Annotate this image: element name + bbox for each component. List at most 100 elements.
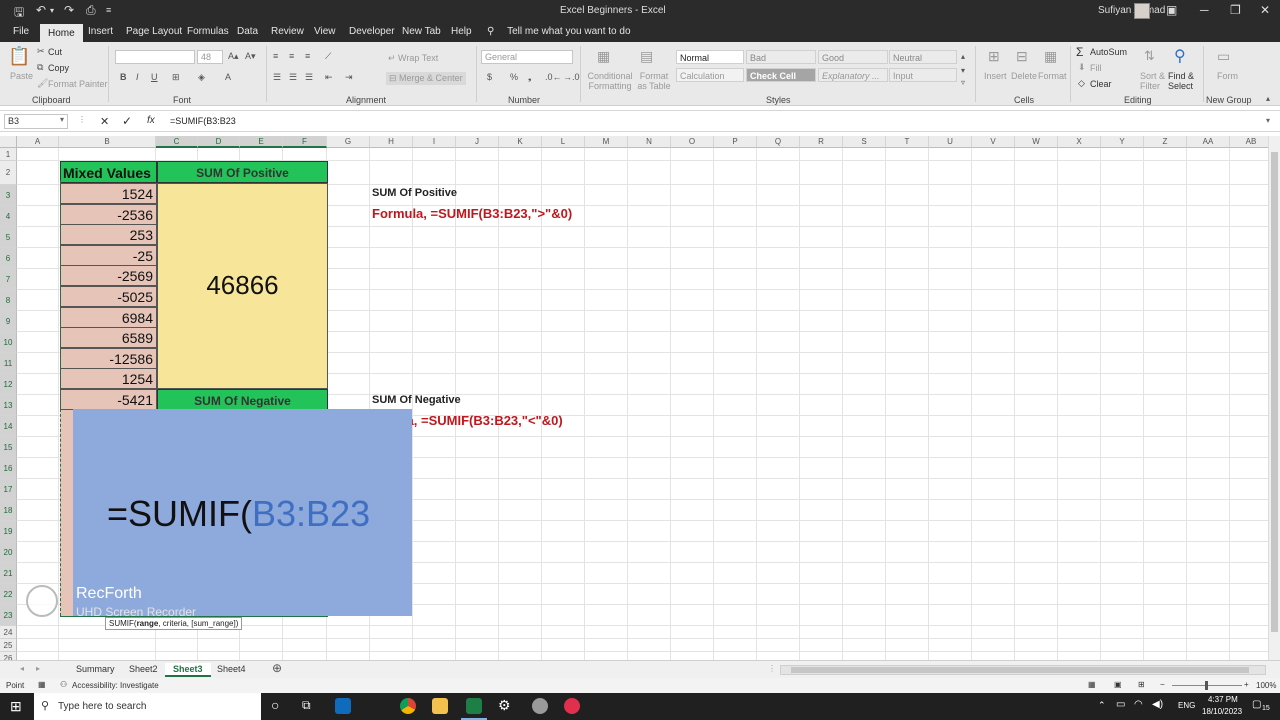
row-header-13[interactable]: 13 bbox=[0, 395, 17, 416]
outdent-icon[interactable]: ⇥ bbox=[345, 72, 353, 83]
mixed-values-header[interactable]: Mixed Values bbox=[60, 161, 157, 183]
tab-home[interactable]: Home bbox=[40, 22, 83, 42]
italic-button[interactable]: I bbox=[136, 72, 139, 82]
add-sheet-icon[interactable]: ⊕ bbox=[272, 661, 282, 675]
column-header-e[interactable]: E bbox=[240, 136, 283, 148]
indent-icon[interactable]: ⇤ bbox=[325, 72, 333, 83]
task-view-icon[interactable]: ⧉ bbox=[302, 698, 311, 713]
style-good[interactable]: Good bbox=[818, 50, 888, 64]
file-explorer-icon[interactable] bbox=[432, 698, 448, 714]
column-header-f[interactable]: F bbox=[283, 136, 327, 148]
autosum-icon[interactable]: Σ bbox=[1076, 45, 1083, 59]
clear-icon[interactable]: ◇ bbox=[1078, 78, 1085, 89]
bold-button[interactable]: B bbox=[120, 72, 127, 82]
value-cell[interactable]: 6589 bbox=[60, 327, 157, 349]
align-left-icon[interactable]: ☰ bbox=[273, 72, 281, 83]
column-header-g[interactable]: G bbox=[327, 136, 370, 148]
paste-icon[interactable]: 📋 bbox=[8, 46, 30, 67]
underline-button[interactable]: U bbox=[151, 72, 158, 82]
row-header-3[interactable]: 3 bbox=[0, 185, 17, 206]
accessibility-status[interactable]: Accessibility: Investigate bbox=[72, 681, 159, 690]
style-calculation[interactable]: Calculation bbox=[676, 68, 744, 82]
zoom-slider-thumb[interactable] bbox=[1205, 681, 1208, 690]
fill-icon[interactable]: ⬇ bbox=[1078, 62, 1086, 73]
page-layout-view-icon[interactable]: ▣ bbox=[1114, 680, 1122, 689]
vertical-scroll-thumb[interactable] bbox=[1271, 152, 1278, 632]
row-header-10[interactable]: 10 bbox=[0, 332, 17, 353]
tab-help[interactable]: Help bbox=[451, 26, 472, 37]
paste-button[interactable]: Paste bbox=[10, 71, 33, 81]
horizontal-scroll-thumb[interactable] bbox=[791, 667, 1249, 673]
settings-gear-icon[interactable]: ⚙ bbox=[498, 697, 511, 714]
row-header-16[interactable]: 16 bbox=[0, 458, 17, 479]
zoom-level[interactable]: 100% bbox=[1256, 681, 1276, 690]
font-color-icon[interactable]: A bbox=[225, 72, 231, 82]
format-as-table-icon[interactable]: ▤ bbox=[640, 48, 653, 65]
column-header-k[interactable]: K bbox=[499, 136, 542, 148]
cut-icon[interactable]: ✂ bbox=[37, 46, 45, 57]
sheet-tab-sheet2[interactable]: Sheet2 bbox=[121, 663, 166, 675]
number-format-select[interactable]: General bbox=[481, 50, 573, 64]
formula-input[interactable]: =SUMIF(B3:B23 bbox=[170, 116, 236, 126]
value-cell[interactable]: -2536 bbox=[60, 203, 157, 225]
excel-icon[interactable] bbox=[466, 698, 482, 714]
close-icon[interactable]: ✕ bbox=[1260, 3, 1270, 17]
cut-button[interactable]: Cut bbox=[48, 47, 62, 57]
column-header-r[interactable]: R bbox=[800, 136, 843, 148]
row-header-15[interactable]: 15 bbox=[0, 437, 17, 458]
font-size-select[interactable]: 48 bbox=[197, 50, 223, 64]
name-box[interactable]: B3 bbox=[4, 114, 68, 129]
format-cells-button[interactable]: Format bbox=[1038, 71, 1067, 81]
column-header-b[interactable]: B bbox=[59, 136, 156, 148]
column-header-i[interactable]: I bbox=[413, 136, 456, 148]
tab-split-handle[interactable]: ⋮ bbox=[768, 664, 776, 673]
styles-scroll-up-icon[interactable]: ▴ bbox=[961, 52, 965, 61]
tab-formulas[interactable]: Formulas bbox=[187, 26, 229, 37]
style-neutral[interactable]: Neutral bbox=[889, 50, 957, 64]
orientation-icon[interactable]: ⟋ bbox=[325, 51, 331, 62]
font-name-select[interactable] bbox=[115, 50, 195, 64]
tab-developer[interactable]: Developer bbox=[349, 26, 395, 37]
styles-more-icon[interactable]: ▿ bbox=[961, 78, 965, 87]
style-bad[interactable]: Bad bbox=[746, 50, 816, 64]
row-header-17[interactable]: 17 bbox=[0, 479, 17, 500]
cortana-icon[interactable]: ○ bbox=[271, 697, 279, 713]
row-header-8[interactable]: 8 bbox=[0, 290, 17, 311]
value-cell[interactable]: 253 bbox=[60, 224, 157, 246]
column-header-o[interactable]: O bbox=[671, 136, 714, 148]
row-header-2[interactable]: 2 bbox=[0, 161, 17, 185]
redo-icon[interactable]: ↷ bbox=[64, 3, 74, 17]
customize-qat-icon[interactable]: ≡ bbox=[106, 5, 111, 15]
sheet-tab-sheet4[interactable]: Sheet4 bbox=[209, 663, 254, 675]
chrome-icon[interactable] bbox=[400, 698, 416, 714]
copy-icon[interactable]: ⧉ bbox=[37, 62, 43, 73]
tab-view[interactable]: View bbox=[314, 26, 336, 37]
row-header-5[interactable]: 5 bbox=[0, 227, 17, 248]
style-normal[interactable]: Normal bbox=[676, 50, 744, 64]
sum-positive-header[interactable]: SUM Of Positive bbox=[157, 161, 328, 183]
currency-button[interactable]: $ bbox=[487, 72, 492, 82]
fill-button[interactable]: Fill bbox=[1090, 63, 1102, 73]
find-icon[interactable]: ⚲ bbox=[1174, 46, 1186, 66]
column-header-s[interactable]: S bbox=[843, 136, 886, 148]
name-box-dropdown-icon[interactable]: ▾ bbox=[60, 115, 64, 124]
row-header-20[interactable]: 20 bbox=[0, 542, 17, 563]
tab-new-tab[interactable]: New Tab bbox=[402, 26, 441, 37]
column-header-aa[interactable]: AA bbox=[1187, 136, 1230, 148]
worksheet-grid[interactable]: A B C D E F G H I J K L M N O P Q R S T U V W X Y Z AA AB 123456789… bbox=[0, 136, 1268, 660]
copy-button[interactable]: Copy bbox=[48, 63, 69, 73]
column-header-t[interactable]: T bbox=[886, 136, 929, 148]
style-input[interactable]: Input bbox=[889, 68, 957, 82]
recorder-app-icon[interactable] bbox=[564, 698, 580, 714]
value-cell[interactable]: 6984 bbox=[60, 306, 157, 328]
middle-align-icon[interactable]: ≡ bbox=[289, 51, 294, 61]
row-header-7[interactable]: 7 bbox=[0, 269, 17, 290]
column-header-d[interactable]: D bbox=[198, 136, 240, 148]
shrink-font-icon[interactable]: A▾ bbox=[245, 51, 256, 62]
row-header-22[interactable]: 22 bbox=[0, 584, 17, 605]
conditional-formatting-icon[interactable]: ▦ bbox=[597, 48, 610, 65]
style-check-cell[interactable]: Check Cell bbox=[746, 68, 816, 82]
user-name[interactable]: Sufiyan Ahmad bbox=[1098, 5, 1165, 16]
column-header-n[interactable]: N bbox=[628, 136, 671, 148]
column-header-y[interactable]: Y bbox=[1101, 136, 1144, 148]
